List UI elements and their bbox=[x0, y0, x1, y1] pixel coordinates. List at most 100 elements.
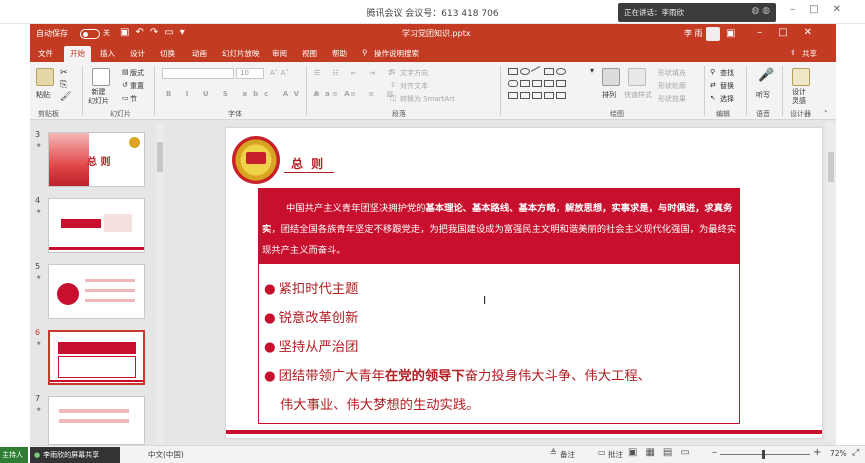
slide-thumbnail-7[interactable] bbox=[48, 396, 145, 445]
tab-insert[interactable]: 插入 bbox=[100, 48, 115, 59]
bullet-continuation[interactable]: 伟大事业、伟大梦想的生动实践。 bbox=[280, 394, 479, 413]
shape-triangle[interactable] bbox=[520, 80, 530, 87]
present-icon[interactable]: ▭ bbox=[164, 27, 179, 38]
shape-misc4[interactable] bbox=[544, 92, 554, 99]
design-ideas-button[interactable]: 设计 灵感 bbox=[792, 88, 806, 106]
smartart-icon[interactable]: ◫ bbox=[390, 94, 397, 102]
text-direction-button[interactable]: 文字方向 bbox=[400, 68, 428, 78]
shape-effects-button[interactable]: 形状效果 bbox=[658, 94, 686, 104]
shape-oval[interactable] bbox=[520, 68, 530, 75]
tab-transitions[interactable]: 切换 bbox=[160, 48, 175, 59]
ribbon-display-icon[interactable]: ▣ bbox=[726, 28, 735, 39]
shape-fill-button[interactable]: 形状填充 bbox=[658, 68, 686, 78]
shape-misc2[interactable] bbox=[520, 92, 530, 99]
redo-icon[interactable]: ↷ bbox=[150, 27, 164, 38]
designer-icon[interactable] bbox=[792, 68, 810, 86]
arrange-button[interactable]: 排列 bbox=[602, 90, 616, 100]
comments-icon[interactable]: ▭ bbox=[598, 448, 606, 457]
bullet-item[interactable]: ● 锐意改革创新 bbox=[264, 307, 358, 326]
shape-arrow[interactable] bbox=[532, 80, 542, 87]
tab-view[interactable]: 视图 bbox=[302, 48, 317, 59]
customize-icon[interactable]: ▾ bbox=[180, 27, 191, 38]
new-slide-icon[interactable] bbox=[92, 68, 110, 86]
cut-icon[interactable]: ✂ bbox=[60, 68, 68, 78]
notes-icon[interactable]: ≜ bbox=[550, 448, 557, 457]
thumbnail-pane[interactable]: 3 ★ 总 则 4 ★ 5 ★ 6 ★ 7 ★ bbox=[30, 120, 170, 445]
text-direction-icon[interactable]: ⇅ bbox=[390, 68, 396, 76]
arrange-icon[interactable] bbox=[602, 68, 620, 86]
dictate-button[interactable]: 听写 bbox=[756, 90, 770, 100]
find-icon[interactable]: ⚲ bbox=[710, 68, 715, 76]
search-icon[interactable]: ⚲ bbox=[362, 48, 368, 57]
shape-brace[interactable] bbox=[556, 80, 566, 87]
slide-thumbnail-3[interactable]: 总 则 bbox=[48, 132, 145, 187]
meeting-window-controls[interactable]: –□✕ bbox=[790, 4, 855, 15]
align-text-button[interactable]: 对齐文本 bbox=[400, 81, 428, 91]
grow-font-icon[interactable]: A˄ A˅ bbox=[270, 69, 289, 77]
thumbnail-scroll-thumb[interactable] bbox=[157, 142, 163, 172]
reset-icon[interactable]: ↺ bbox=[122, 81, 128, 89]
select-icon[interactable]: ↖ bbox=[710, 94, 716, 102]
ppt-window-controls[interactable]: –□✕ bbox=[757, 27, 828, 38]
tab-file[interactable]: 文件 bbox=[38, 48, 53, 59]
copy-icon[interactable]: ⎘ bbox=[60, 80, 67, 90]
tab-design[interactable]: 设计 bbox=[130, 48, 145, 59]
section-icon[interactable]: ▭ bbox=[122, 94, 129, 102]
tab-slideshow[interactable]: 幻灯片放映 bbox=[222, 48, 260, 59]
zoom-level[interactable]: 72% bbox=[830, 449, 847, 458]
avatar[interactable] bbox=[706, 27, 720, 41]
bullet-item[interactable]: ● 紧扣时代主题 bbox=[264, 278, 358, 297]
canvas-scroll-thumb[interactable] bbox=[828, 152, 834, 182]
intro-text[interactable]: 中国共产主义青年团坚决拥护党的基本理论、基本路线、基本方略，解放思想，实事求是，… bbox=[262, 198, 738, 261]
slide-title[interactable]: 总 则 bbox=[291, 155, 325, 172]
shape-rounded[interactable] bbox=[508, 80, 518, 87]
tab-animations[interactable]: 动画 bbox=[192, 48, 207, 59]
list-icons[interactable]: ☰ ☷ ⇤ ⇥ ↕ bbox=[314, 69, 398, 77]
autosave-toggle[interactable] bbox=[80, 29, 100, 39]
shape-star[interactable] bbox=[544, 80, 554, 87]
format-painter-icon[interactable]: 🖌 bbox=[60, 92, 71, 102]
share-icon[interactable]: ⇪ bbox=[790, 48, 796, 57]
find-button[interactable]: 查找 bbox=[720, 68, 734, 78]
collapse-ribbon-icon[interactable]: ˄ bbox=[824, 110, 828, 118]
user-name[interactable]: 李 雨 bbox=[684, 28, 703, 39]
paste-icon[interactable] bbox=[36, 68, 54, 86]
new-slide-button[interactable]: 新建 幻灯片 bbox=[88, 88, 109, 106]
zoom-in-icon[interactable]: + bbox=[813, 447, 821, 458]
fit-slide-icon[interactable]: ⤢ bbox=[852, 448, 859, 458]
reset-button[interactable]: 重置 bbox=[130, 81, 144, 91]
save-icon[interactable]: ▣ bbox=[120, 27, 135, 38]
layout-icon[interactable]: ▤ bbox=[122, 68, 129, 76]
shape-misc5[interactable] bbox=[556, 92, 566, 99]
tab-review[interactable]: 审阅 bbox=[272, 48, 287, 59]
canvas-scrollbar[interactable] bbox=[826, 122, 836, 442]
notes-button[interactable]: 备注 bbox=[560, 449, 575, 460]
current-slide[interactable]: 总 则 中国共产主义青年团坚决拥护党的基本理论、基本路线、基本方略，解放思想，实… bbox=[226, 128, 822, 438]
slide-thumbnail-5[interactable] bbox=[48, 264, 145, 319]
tab-help[interactable]: 帮助 bbox=[332, 48, 347, 59]
shape-misc1[interactable] bbox=[508, 92, 518, 99]
zoom-slider[interactable] bbox=[720, 454, 810, 455]
shape-rect[interactable] bbox=[508, 68, 518, 75]
layout-button[interactable]: 版式 bbox=[130, 68, 144, 78]
shape-oval2[interactable] bbox=[556, 68, 566, 75]
quick-access-toolbar[interactable]: ▣↶↷▭▾ bbox=[120, 27, 191, 38]
replace-button[interactable]: 替换 bbox=[720, 81, 734, 91]
convert-smartart-button[interactable]: 转换为 SmartArt bbox=[400, 94, 455, 104]
paste-button[interactable]: 粘贴 bbox=[36, 90, 50, 100]
shape-misc3[interactable] bbox=[532, 92, 542, 99]
comments-button[interactable]: 批注 bbox=[608, 449, 623, 460]
shape-outline-button[interactable]: 形状轮廓 bbox=[658, 81, 686, 91]
thumbnail-scrollbar[interactable] bbox=[156, 122, 164, 442]
shapes-gallery[interactable] bbox=[508, 65, 588, 104]
align-text-icon[interactable]: ⇳ bbox=[390, 81, 396, 89]
shape-rect2[interactable] bbox=[544, 68, 554, 75]
align-icons[interactable]: ≡ ≡ ≡ ≡ ▥ bbox=[314, 90, 398, 98]
slide-thumbnail-4[interactable] bbox=[48, 198, 145, 253]
slide-thumbnail-6[interactable] bbox=[48, 330, 145, 385]
undo-icon[interactable]: ↶ bbox=[135, 27, 149, 38]
tab-home[interactable]: 开始 bbox=[64, 46, 91, 63]
replace-icon[interactable]: ⇄ bbox=[710, 81, 716, 89]
quick-styles-button[interactable]: 快速样式 bbox=[624, 90, 652, 100]
shape-line[interactable] bbox=[530, 65, 544, 78]
